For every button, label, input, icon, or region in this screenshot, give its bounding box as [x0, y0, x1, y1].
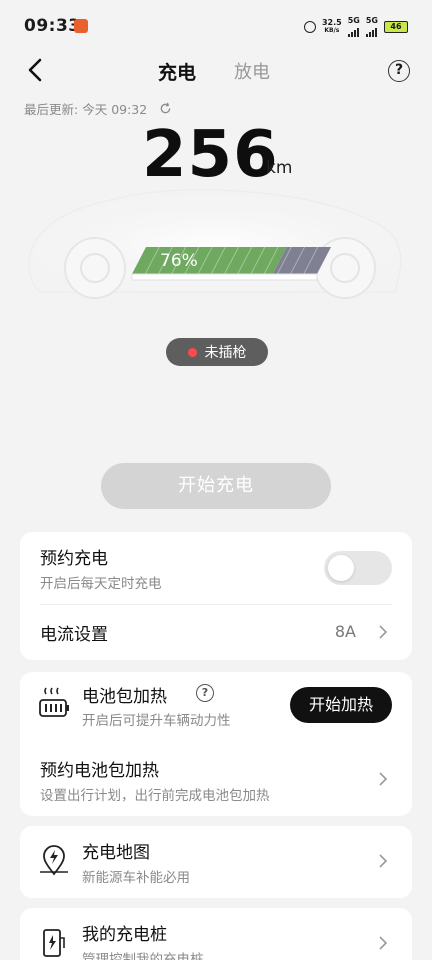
- battery-heat-subtitle: 开启后可提升车辆动力性: [82, 713, 231, 729]
- schedule-charge-subtitle: 开启后每天定时充电: [40, 576, 162, 592]
- refresh-icon[interactable]: [159, 102, 172, 115]
- schedule-charge-title: 预约充电: [40, 549, 108, 569]
- help-icon[interactable]: ?: [388, 60, 410, 82]
- charge-settings-card: 预约充电 开启后每天定时充电 电流设置 8A: [20, 532, 412, 660]
- plug-status-label: 未插枪: [204, 345, 247, 361]
- chevron-right-icon[interactable]: [378, 625, 388, 639]
- toggle-knob: [328, 555, 354, 581]
- signal-5g-1: 5G: [347, 17, 360, 37]
- battery-percent-label: 76%: [160, 251, 198, 271]
- map-pin-bolt-icon: [40, 845, 68, 876]
- plug-status-badge: 未插枪: [166, 338, 268, 366]
- signal-5g-2: 5G: [365, 17, 378, 37]
- my-charger-subtitle: 管理控制我的充电桩: [82, 952, 204, 960]
- last-update-label: 最后更新:: [24, 102, 79, 117]
- battery-charged-segment: [132, 247, 287, 274]
- schedule-heat-title[interactable]: 预约电池包加热: [40, 756, 159, 781]
- charge-map-subtitle: 新能源车补能必用: [82, 870, 190, 886]
- schedule-charge-toggle[interactable]: [324, 551, 392, 585]
- battery-base: [131, 273, 318, 281]
- status-bar: 09:33 32.5 KB/s 5G 5G 46: [0, 0, 432, 52]
- start-charge-button[interactable]: 开始充电: [101, 463, 331, 509]
- charging-pile-icon: [43, 929, 65, 957]
- battery-heat-help-icon[interactable]: ?: [196, 684, 214, 702]
- charge-map-card[interactable]: 充电地图 新能源车补能必用: [20, 826, 412, 898]
- status-time: 09:33: [24, 16, 81, 36]
- battery-status-icon: 46: [384, 21, 408, 33]
- car-battery-visual: 76%: [28, 189, 402, 299]
- signal-bars-icon: [347, 25, 360, 37]
- my-charger-title: 我的充电桩: [82, 925, 167, 945]
- tab-charge[interactable]: 充电: [158, 58, 196, 85]
- last-update-value: 今天 09:32: [82, 102, 148, 117]
- start-heating-button[interactable]: 开始加热: [290, 687, 392, 723]
- last-update: 最后更新: 今天 09:32: [24, 99, 172, 118]
- battery-heat-icon: [39, 687, 69, 717]
- status-icons: 32.5 KB/s 5G 5G 46: [303, 17, 408, 37]
- charge-map-title: 充电地图: [82, 843, 150, 863]
- battery-heat-card: 电池包加热 ? 开启后可提升车辆动力性 开始加热 预约电池包加热 设置出行计划，…: [20, 672, 412, 816]
- network-speed: 32.5 KB/s: [321, 18, 342, 35]
- back-arrow-icon[interactable]: [22, 56, 50, 84]
- chevron-right-icon[interactable]: [378, 772, 388, 786]
- battery-heat-title: 电池包加热: [82, 687, 167, 707]
- tab-discharge[interactable]: 放电: [234, 58, 270, 84]
- my-charger-card[interactable]: 我的充电桩 管理控制我的充电桩: [20, 908, 412, 960]
- plug-status-dot: [187, 347, 197, 357]
- alarm-icon: [303, 21, 316, 33]
- signal-bars-icon: [365, 25, 378, 37]
- current-setting-title[interactable]: 电流设置: [40, 620, 108, 645]
- divider: [40, 604, 392, 605]
- chevron-right-icon[interactable]: [378, 854, 388, 868]
- chevron-right-icon[interactable]: [378, 936, 388, 950]
- app-notification-icon: [74, 19, 88, 33]
- range-unit: km: [266, 158, 293, 178]
- schedule-heat-subtitle: 设置出行计划，出行前完成电池包加热: [40, 788, 270, 804]
- car-wheel-left: [64, 237, 126, 299]
- current-setting-value[interactable]: 8A: [335, 622, 356, 641]
